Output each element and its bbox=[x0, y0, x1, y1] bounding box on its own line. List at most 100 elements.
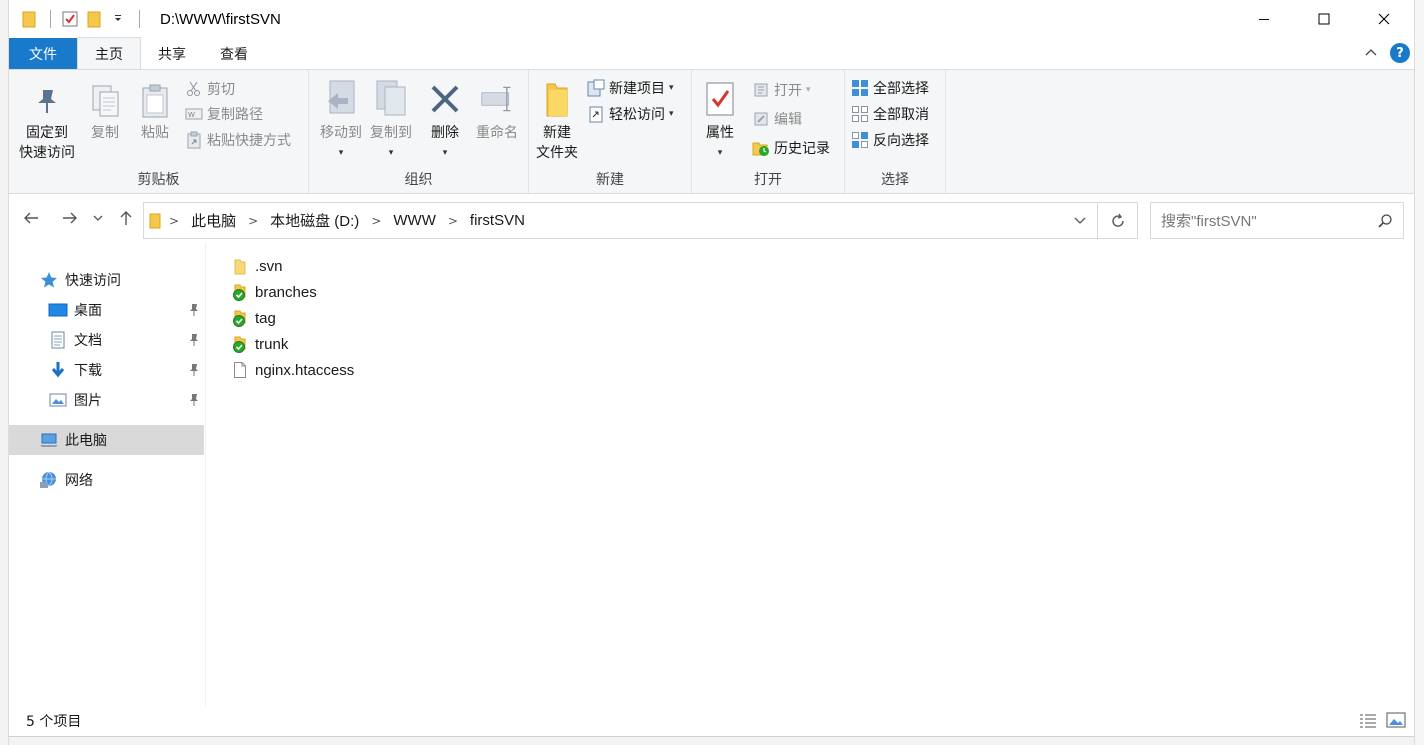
file-name: branches bbox=[255, 283, 317, 301]
folder-icon[interactable] bbox=[18, 8, 40, 30]
up-button[interactable] bbox=[116, 207, 136, 229]
chevron-down-icon: ▾ bbox=[669, 83, 674, 93]
copy-button[interactable]: 复制 bbox=[81, 82, 129, 143]
copy-path-button[interactable]: W 复制路径 bbox=[185, 103, 263, 125]
select-all-button[interactable]: 全部选择 bbox=[851, 77, 929, 99]
chevron-right-icon[interactable]: > bbox=[371, 214, 381, 228]
new-item-icon bbox=[587, 79, 605, 97]
properties-button[interactable]: 属性 ▾ bbox=[698, 78, 742, 163]
organize-group-label: 组织 bbox=[404, 172, 433, 188]
tab-home[interactable]: 主页 bbox=[77, 37, 141, 69]
list-item[interactable]: trunk bbox=[231, 331, 288, 357]
nav-quick-access[interactable]: 快速访问 bbox=[9, 265, 204, 295]
breadcrumb-www[interactable]: WWW bbox=[393, 212, 435, 229]
copy-to-label: 复制到 bbox=[370, 125, 412, 141]
computer-icon bbox=[39, 430, 59, 450]
nav-network[interactable]: 网络 bbox=[9, 465, 204, 495]
nav-downloads-label: 下载 bbox=[74, 363, 102, 379]
copy-path-label: 复制路径 bbox=[207, 107, 263, 123]
file-list: .svn branches tag trunk nginx.htaccess bbox=[207, 242, 1414, 706]
new-item-button[interactable]: 新建项目 ▾ bbox=[587, 77, 674, 99]
nav-pictures[interactable]: 图片 bbox=[9, 385, 204, 415]
pin-to-quick-access-button[interactable]: 固定到 快速访问 bbox=[15, 82, 79, 163]
open-button[interactable]: 打开 ▾ bbox=[752, 79, 811, 101]
refresh-button[interactable] bbox=[1098, 202, 1138, 239]
breadcrumb-firstsvn[interactable]: firstSVN bbox=[470, 212, 525, 229]
pin-label-line1: 固定到 bbox=[26, 125, 68, 141]
tab-file[interactable]: 文件 bbox=[9, 38, 77, 69]
customize-toolbar-dropdown-icon[interactable] bbox=[107, 8, 129, 30]
invert-selection-label: 反向选择 bbox=[873, 133, 929, 149]
chevron-right-icon[interactable]: > bbox=[169, 214, 179, 228]
pin-icon[interactable] bbox=[188, 333, 200, 351]
nav-desktop[interactable]: 桌面 bbox=[9, 295, 204, 325]
breadcrumb-local-disk[interactable]: 本地磁盘 (D:) bbox=[270, 210, 359, 231]
new-folder-button[interactable]: 新建 文件夹 bbox=[533, 78, 581, 163]
history-button[interactable]: 历史记录 bbox=[752, 137, 830, 159]
tab-share[interactable]: 共享 bbox=[141, 38, 203, 69]
svn-normal-folder-icon bbox=[231, 334, 249, 354]
close-button[interactable] bbox=[1354, 0, 1414, 38]
view-toggle bbox=[1358, 712, 1406, 732]
copy-icon bbox=[88, 82, 122, 120]
invert-selection-button[interactable]: 反向选择 bbox=[851, 129, 929, 151]
move-to-icon bbox=[324, 78, 358, 120]
recent-locations-dropdown[interactable] bbox=[91, 207, 105, 229]
chevron-right-icon[interactable]: > bbox=[248, 214, 258, 228]
minimize-button[interactable] bbox=[1234, 0, 1294, 38]
back-button[interactable] bbox=[21, 207, 41, 229]
new-item-label: 新建项目 bbox=[609, 81, 665, 97]
tab-view[interactable]: 查看 bbox=[203, 38, 265, 69]
nav-documents[interactable]: 文档 bbox=[9, 325, 204, 355]
status-bar: 5 个项目 bbox=[9, 706, 1414, 736]
organize-group: 移动到 ▾ 复制到 ▾ 删除 ▾ 重命名 组织 bbox=[309, 70, 529, 193]
chevron-right-icon[interactable]: > bbox=[448, 214, 458, 228]
move-to-button[interactable]: 移动到 ▾ bbox=[313, 78, 369, 163]
separator bbox=[50, 10, 51, 28]
breadcrumb-this-pc[interactable]: 此电脑 bbox=[191, 210, 236, 231]
select-none-button[interactable]: 全部取消 bbox=[851, 103, 929, 125]
nav-pictures-label: 图片 bbox=[74, 393, 102, 409]
search-input[interactable]: 搜索"firstSVN" bbox=[1150, 202, 1404, 239]
large-icons-view-icon[interactable] bbox=[1386, 712, 1406, 732]
delete-button[interactable]: 删除 ▾ bbox=[423, 78, 467, 163]
search-icon[interactable] bbox=[1377, 213, 1393, 233]
paste-button[interactable]: 粘贴 bbox=[131, 82, 179, 143]
pin-icon[interactable] bbox=[188, 393, 200, 411]
paste-shortcut-button[interactable]: 粘贴快捷方式 bbox=[185, 129, 291, 151]
delete-x-icon bbox=[428, 78, 462, 120]
pin-icon[interactable] bbox=[188, 363, 200, 381]
edit-button[interactable]: 编辑 bbox=[752, 108, 802, 130]
cut-label: 剪切 bbox=[207, 82, 235, 98]
list-item[interactable]: tag bbox=[231, 305, 276, 331]
list-item[interactable]: .svn bbox=[231, 253, 283, 279]
easy-access-button[interactable]: 轻松访问 ▾ bbox=[587, 103, 674, 125]
address-history-dropdown[interactable] bbox=[1071, 212, 1089, 230]
svn-normal-folder-icon bbox=[231, 282, 249, 302]
new-folder-icon[interactable] bbox=[83, 8, 105, 30]
details-view-icon[interactable] bbox=[1358, 712, 1378, 732]
copy-to-button[interactable]: 复制到 ▾ bbox=[363, 78, 419, 163]
select-all-label: 全部选择 bbox=[873, 81, 929, 97]
maximize-button[interactable] bbox=[1294, 0, 1354, 38]
ribbon-tabs: 文件 主页 共享 查看 ? bbox=[9, 37, 1414, 69]
pin-icon[interactable] bbox=[188, 303, 200, 321]
list-item[interactable]: branches bbox=[231, 279, 317, 305]
nav-this-pc[interactable]: 此电脑 bbox=[9, 425, 204, 455]
picture-icon bbox=[48, 390, 68, 410]
forward-button[interactable] bbox=[60, 207, 80, 229]
pin-label-line2: 快速访问 bbox=[19, 145, 75, 161]
separator bbox=[139, 10, 140, 28]
cut-button[interactable]: 剪切 bbox=[185, 78, 235, 100]
address-bar[interactable]: > 此电脑 > 本地磁盘 (D:) > WWW > firstSVN bbox=[143, 202, 1098, 239]
help-icon[interactable]: ? bbox=[1390, 43, 1410, 63]
collapse-ribbon-icon[interactable] bbox=[1364, 45, 1378, 61]
ribbon-right-controls: ? bbox=[1364, 43, 1410, 63]
rename-button[interactable]: 重命名 bbox=[469, 78, 525, 143]
properties-icon[interactable] bbox=[59, 8, 81, 30]
file-name: .svn bbox=[255, 257, 283, 275]
nav-downloads[interactable]: 下载 bbox=[9, 355, 204, 385]
select-all-icon bbox=[851, 79, 869, 97]
edit-label: 编辑 bbox=[774, 112, 802, 128]
list-item[interactable]: nginx.htaccess bbox=[231, 357, 354, 383]
